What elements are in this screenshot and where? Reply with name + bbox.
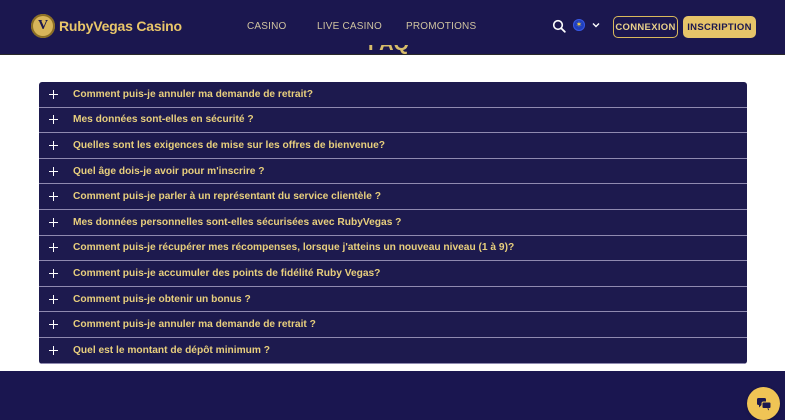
faq-question: Mes données sont-elles en sécurité ?: [73, 114, 254, 126]
plus-icon: [49, 217, 58, 227]
nav-casino[interactable]: CASINO: [247, 21, 287, 32]
plus-icon: [49, 243, 58, 253]
faq-question: Comment puis-je récupérer mes récompense…: [73, 242, 515, 254]
faq-item[interactable]: Mes données personnelles sont-elles sécu…: [39, 210, 747, 236]
faq-question: Comment puis-je annuler ma demande de re…: [73, 88, 314, 100]
faq-question: Comment puis-je annuler ma demande de re…: [73, 319, 316, 331]
faq-item[interactable]: Comment puis-je récupérer mes récompense…: [39, 236, 747, 262]
faq-question: Quelles sont les exigences de mise sur l…: [73, 139, 385, 151]
login-button[interactable]: CONNEXION: [613, 16, 678, 38]
plus-icon: [49, 268, 58, 278]
faq-question: Comment puis-je obtenir un bonus ?: [73, 293, 251, 305]
brand-mark-icon: V: [31, 14, 55, 38]
nav-promotions[interactable]: PROMOTIONS: [406, 21, 476, 32]
plus-icon: [49, 140, 58, 150]
plus-icon: [49, 89, 58, 99]
faq-question: Quel âge dois-je avoir pour m'inscrire ?: [73, 165, 265, 177]
faq-question: Mes données personnelles sont-elles sécu…: [73, 216, 402, 228]
faq-question: Comment puis-je parler à un représentant…: [73, 191, 381, 203]
faq-question: Comment puis-je accumuler des points de …: [73, 267, 381, 279]
faq-item[interactable]: Comment puis-je annuler ma demande de re…: [39, 312, 747, 338]
flag-icon: ✶: [573, 19, 585, 31]
plus-icon: [49, 345, 58, 355]
faq-item[interactable]: Mes données sont-elles en sécurité ?: [39, 108, 747, 134]
faq-item[interactable]: Quel âge dois-je avoir pour m'inscrire ?: [39, 159, 747, 185]
plus-icon: [49, 115, 58, 125]
faq-item[interactable]: Comment puis-je annuler ma demande de re…: [39, 82, 747, 108]
faq-section: FAQ Comment puis-je annuler ma demande d…: [0, 45, 785, 420]
faq-item[interactable]: Quelles sont les exigences de mise sur l…: [39, 133, 747, 159]
plus-icon: [49, 320, 58, 330]
nav-live-casino[interactable]: LIVE CASINO: [317, 21, 382, 32]
search-icon[interactable]: [552, 19, 566, 33]
faq-question: Quel est le montant de dépôt minimum ?: [73, 344, 270, 356]
faq-title: FAQ: [368, 45, 409, 57]
plus-icon: [49, 192, 58, 202]
faq-item[interactable]: Comment puis-je parler à un représentant…: [39, 184, 747, 210]
faq-item[interactable]: Comment puis-je obtenir un bonus ?: [39, 287, 747, 313]
faq-item[interactable]: Comment puis-je accumuler des points de …: [39, 261, 747, 287]
plus-icon: [49, 166, 58, 176]
register-button[interactable]: INSCRIPTION: [683, 16, 756, 38]
brand-logo[interactable]: V RubyVegas Casino: [31, 14, 182, 38]
faq-list: Comment puis-je annuler ma demande de re…: [39, 82, 747, 364]
chat-button[interactable]: [747, 387, 780, 420]
plus-icon: [49, 294, 58, 304]
faq-item[interactable]: Quel est le montant de dépôt minimum ?: [39, 338, 747, 364]
brand-name: RubyVegas Casino: [59, 18, 182, 34]
chat-icon: [756, 397, 771, 410]
language-selector[interactable]: ✶: [573, 19, 601, 31]
chevron-down-icon: [592, 23, 600, 28]
